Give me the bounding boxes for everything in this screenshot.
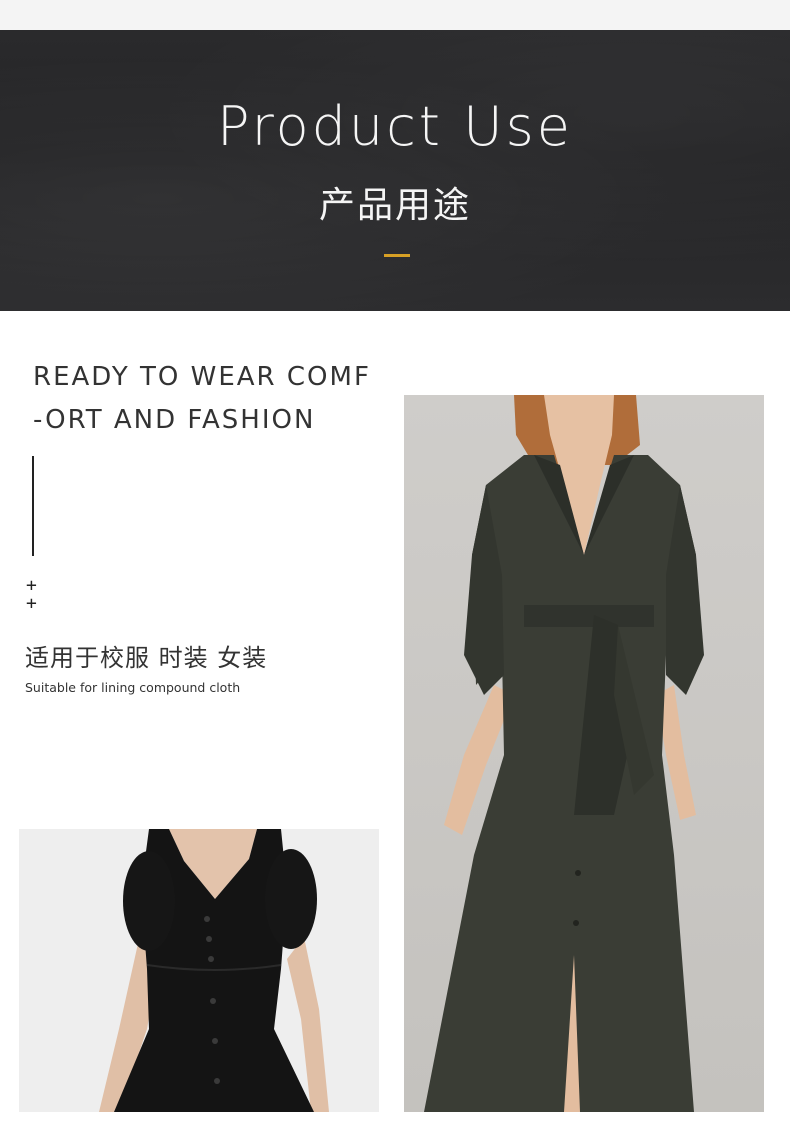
usage-chinese: 适用于校服 时装 女装: [25, 644, 268, 672]
top-strip: [0, 0, 790, 30]
product-use-banner: Product Use 产品用途: [0, 30, 790, 311]
black-button-dress-photo: [19, 829, 379, 1112]
usage-english: Suitable for lining compound cloth: [25, 680, 241, 695]
headline-line-1: READY TO WEAR COMF: [33, 362, 371, 392]
headline: READY TO WEAR COMF -ORT AND FASHION: [33, 356, 393, 442]
plus-mark: +: [26, 593, 37, 614]
banner-subtitle: 产品用途: [318, 185, 471, 226]
banner-title: Product Use: [216, 95, 574, 158]
headline-line-2: -ORT AND FASHION: [33, 405, 316, 435]
vertical-divider: [32, 456, 34, 556]
banner-accent-bar: [384, 254, 410, 257]
olive-wrap-dress-photo: [404, 395, 764, 1112]
